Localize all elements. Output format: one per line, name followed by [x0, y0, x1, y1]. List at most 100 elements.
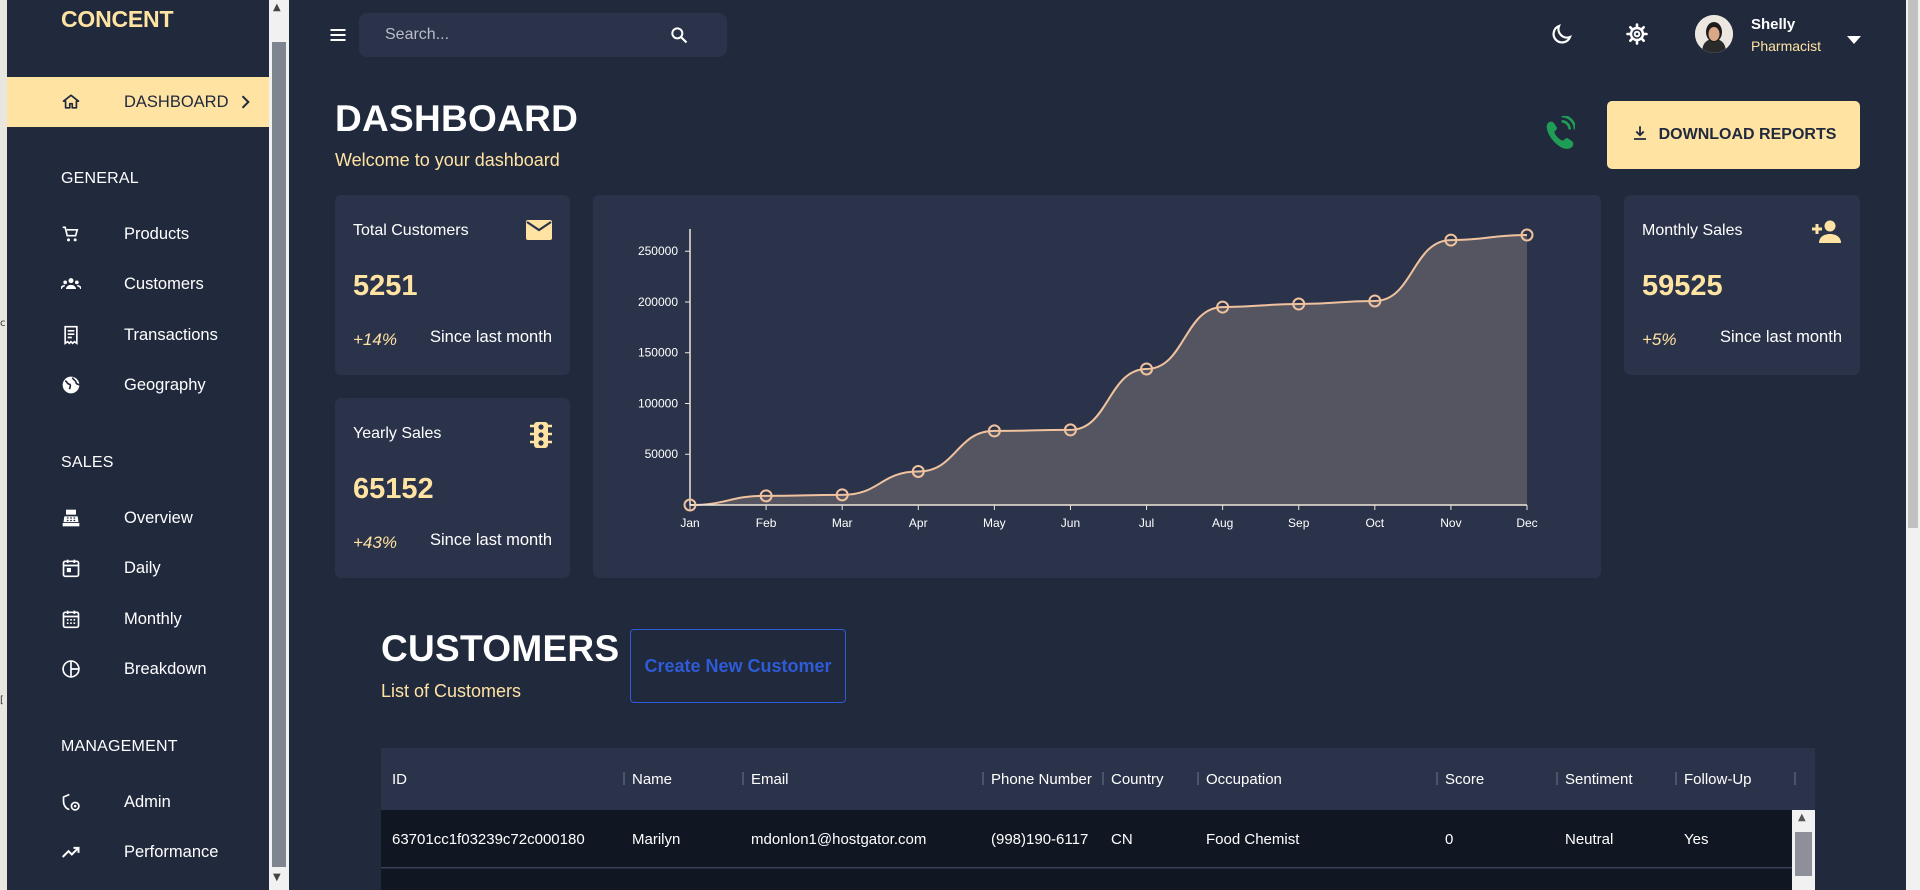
- column-separator[interactable]: [982, 772, 984, 785]
- avatar[interactable]: [1695, 15, 1733, 53]
- cell-id: 63701cc1f03239c72c000180: [392, 831, 585, 848]
- sidebar: CONCENT DASHBOARD GENERAL Products Custo…: [7, 0, 269, 890]
- chart-y-tick-label: 250000: [638, 244, 678, 258]
- stat-value: 5251: [353, 270, 418, 302]
- home-icon: [61, 92, 81, 112]
- sales-chart-card: 50000 100000 150000 200000 250000 Jan Feb Mar Ap…: [593, 195, 1601, 578]
- chart-y-tick-label: 150000: [638, 346, 678, 360]
- stat-card-total-customers: Total Customers 5251 +14% Since last mon…: [335, 195, 570, 375]
- chart-x-tick-label: Apr: [909, 516, 928, 530]
- download-icon: [1631, 124, 1649, 147]
- sidebar-item-products[interactable]: Products: [7, 209, 269, 259]
- column-separator[interactable]: [742, 772, 744, 785]
- table-row[interactable]: 63701cc1f03239c72c000180 Marilyn mdonlon…: [381, 810, 1815, 868]
- chart-x-tick-label: Nov: [1440, 516, 1461, 530]
- column-header-id[interactable]: ID: [392, 771, 407, 788]
- column-separator[interactable]: [623, 772, 625, 785]
- column-separator[interactable]: [1794, 772, 1796, 785]
- receipt-icon: [61, 325, 81, 345]
- column-separator[interactable]: [1675, 772, 1677, 785]
- chart-x-tick-label: Jun: [1061, 516, 1080, 530]
- stat-since: Since last month: [430, 531, 552, 549]
- stat-title: Total Customers: [353, 222, 469, 239]
- customers-table: ID Name Email Phone Number Country Occup…: [381, 748, 1815, 890]
- cell-occupation: Food Chemist: [1206, 831, 1300, 848]
- column-header-score[interactable]: Score: [1445, 771, 1484, 788]
- column-header-occupation[interactable]: Occupation: [1206, 771, 1282, 788]
- sidebar-item-label: Transactions: [124, 325, 218, 344]
- column-header-followup[interactable]: Follow-Up: [1684, 771, 1752, 788]
- arrow-drop-down-icon[interactable]: [1847, 31, 1861, 49]
- search-input[interactable]: [385, 24, 645, 46]
- column-separator[interactable]: [1197, 772, 1199, 785]
- sidebar-scrollbar-thumb[interactable]: [272, 42, 286, 867]
- customers-title: CUSTOMERS: [381, 628, 620, 669]
- stat-since: Since last month: [430, 328, 552, 346]
- menu-icon[interactable]: [328, 25, 348, 50]
- column-header-phone[interactable]: Phone Number: [991, 771, 1092, 788]
- chart-x-tick-label: Oct: [1365, 516, 1384, 530]
- column-separator[interactable]: [1556, 772, 1558, 785]
- column-header-name[interactable]: Name: [632, 771, 672, 788]
- chart-y-tick-label: 100000: [638, 396, 678, 410]
- point-of-sale-icon: [61, 508, 81, 528]
- sidebar-item-label: Performance: [124, 842, 219, 861]
- sidebar-item-label: Products: [124, 224, 190, 243]
- section-management: MANAGEMENT: [61, 738, 178, 755]
- sidebar-item-customers[interactable]: Customers: [7, 259, 269, 309]
- cell-country: CN: [1111, 831, 1133, 848]
- user-role: Pharmacist: [1751, 38, 1822, 54]
- sidebar-item-label: Monthly: [124, 609, 182, 628]
- sidebar-item-transactions[interactable]: Transactions: [7, 310, 269, 360]
- calendar-month-icon: [61, 609, 81, 629]
- search-icon[interactable]: [669, 25, 689, 50]
- sidebar-item-dashboard[interactable]: DASHBOARD: [7, 77, 269, 127]
- sidebar-item-label: Admin: [124, 792, 171, 811]
- sidebar-item-geography[interactable]: Geography: [7, 360, 269, 410]
- admin-settings-icon: [61, 792, 81, 812]
- sidebar-item-performance[interactable]: Performance: [7, 827, 269, 877]
- section-general: GENERAL: [61, 170, 139, 187]
- sidebar-item-overview[interactable]: Overview: [7, 493, 269, 543]
- chart-x-tick-label: Aug: [1212, 516, 1233, 530]
- scroll-up-arrow-icon[interactable]: ▲: [1798, 812, 1806, 823]
- create-customer-button[interactable]: Create New Customer: [630, 629, 846, 703]
- sidebar-item-monthly[interactable]: Monthly: [7, 594, 269, 644]
- stat-title: Yearly Sales: [353, 425, 442, 442]
- stat-change: +5%: [1642, 330, 1677, 349]
- sidebar-item-label: Breakdown: [124, 659, 207, 678]
- edge-glyph: c: [0, 318, 6, 329]
- sidebar-item-admin[interactable]: Admin: [7, 777, 269, 827]
- stat-change: +43%: [353, 533, 397, 552]
- scroll-down-arrow-icon[interactable]: ▼: [273, 872, 281, 883]
- settings-icon[interactable]: [1625, 22, 1649, 51]
- chart-y-tick-label: 50000: [645, 447, 679, 461]
- cell-followup: Yes: [1684, 831, 1709, 848]
- scroll-up-arrow-icon[interactable]: ▲: [273, 2, 281, 13]
- table-scrollbar-thumb[interactable]: [1795, 832, 1812, 876]
- chart-y-tick-label: 200000: [638, 295, 678, 309]
- sidebar-item-label: Customers: [124, 274, 204, 293]
- column-header-email[interactable]: Email: [751, 771, 789, 788]
- column-header-country[interactable]: Country: [1111, 771, 1164, 788]
- download-reports-label: DOWNLOAD REPORTS: [1658, 126, 1837, 143]
- sidebar-item-daily[interactable]: Daily: [7, 543, 269, 593]
- column-separator[interactable]: [1102, 772, 1104, 785]
- page-scrollbar-thumb[interactable]: [1908, 0, 1918, 528]
- cell-score: 0: [1445, 831, 1454, 848]
- table-row[interactable]: [381, 869, 1815, 890]
- page-subtitle: Welcome to your dashboard: [335, 150, 560, 170]
- column-header-sentiment[interactable]: Sentiment: [1565, 771, 1633, 788]
- dark-mode-icon[interactable]: [1550, 22, 1574, 51]
- traffic-icon: [530, 422, 552, 453]
- sales-area-chart: 50000 100000 150000 200000 250000 Jan Feb Mar Ap…: [638, 228, 1538, 530]
- search-bar: [359, 13, 727, 57]
- sidebar-item-label: Overview: [124, 508, 193, 527]
- column-separator[interactable]: [1436, 772, 1438, 785]
- sidebar-item-breakdown[interactable]: Breakdown: [7, 644, 269, 694]
- brand-logo[interactable]: CONCENT: [61, 6, 174, 33]
- chart-x-tick-label: May: [983, 516, 1006, 530]
- download-reports-button[interactable]: DOWNLOAD REPORTS: [1607, 101, 1860, 169]
- trending-up-icon: [61, 842, 81, 862]
- phone-in-talk-icon[interactable]: [1543, 114, 1577, 157]
